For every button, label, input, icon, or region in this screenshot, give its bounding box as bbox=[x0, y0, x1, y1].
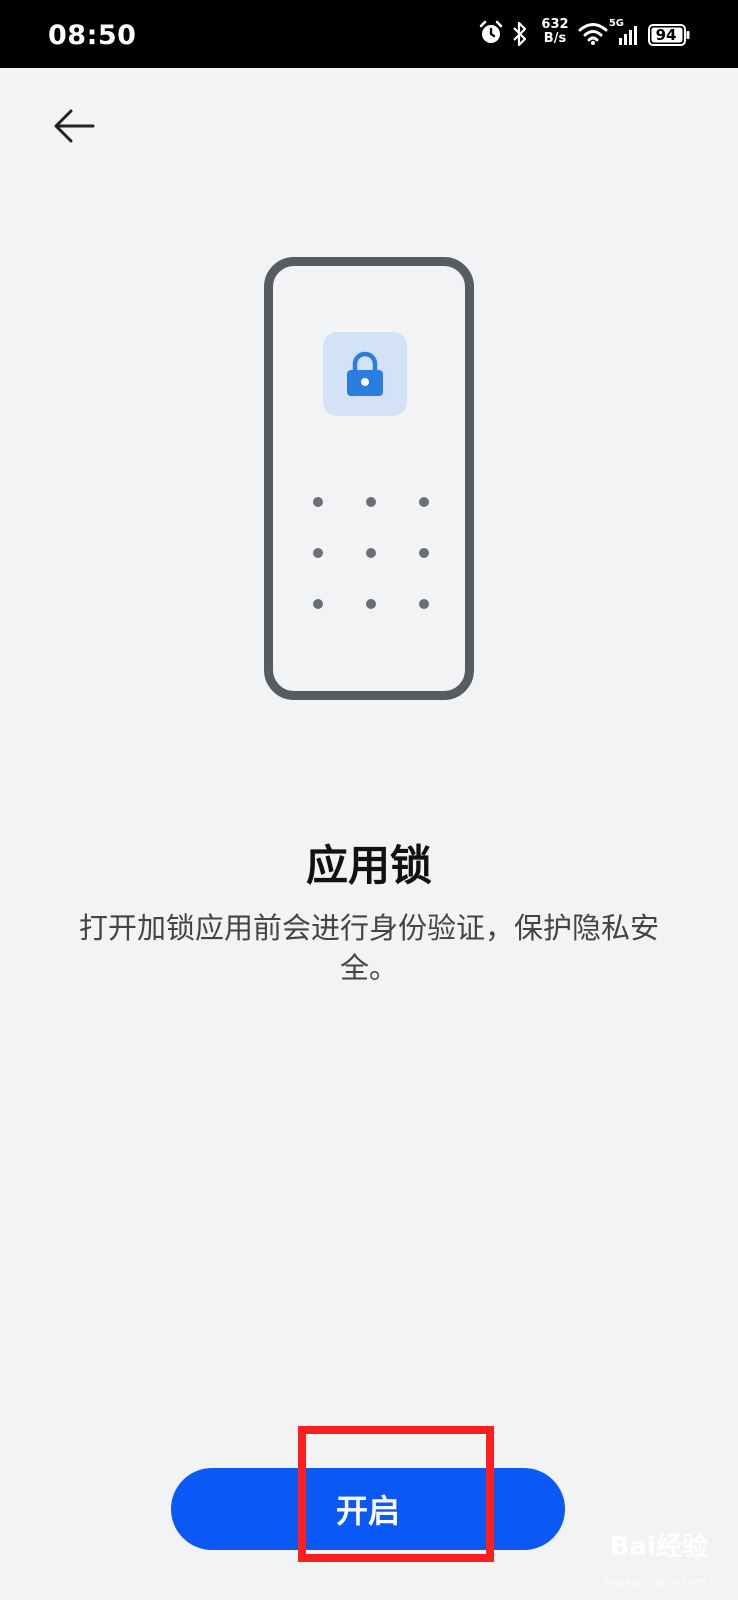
wifi-icon bbox=[578, 22, 608, 46]
status-time: 08:50 bbox=[48, 20, 137, 51]
pattern-dot bbox=[419, 599, 429, 609]
watermark-site: jingyan.baidu.com bbox=[604, 1575, 706, 1588]
pattern-dot bbox=[419, 548, 429, 558]
pattern-dot bbox=[366, 599, 376, 609]
back-button[interactable] bbox=[48, 100, 100, 152]
pattern-grid bbox=[303, 497, 433, 617]
lock-tile bbox=[323, 332, 407, 416]
bluetooth-icon bbox=[510, 20, 530, 48]
page-title: 应用锁 bbox=[305, 841, 432, 890]
status-bar: 08:50 632 B/s 5G 94 bbox=[0, 0, 738, 68]
net-speed-unit: B/s bbox=[543, 31, 567, 46]
page-description: 打开加锁应用前会进行身份验证，保护隐私安全。 bbox=[78, 911, 659, 985]
battery-level: 94 bbox=[655, 26, 677, 44]
padlock-icon bbox=[347, 351, 383, 396]
alarm-icon bbox=[478, 20, 504, 46]
net-speed-value: 632 bbox=[541, 17, 569, 32]
pattern-dot bbox=[313, 599, 323, 609]
pattern-dot bbox=[313, 548, 323, 558]
cellular-signal-icon bbox=[618, 24, 640, 46]
pattern-dot bbox=[313, 497, 323, 507]
phone-illustration bbox=[264, 257, 474, 700]
pattern-dot bbox=[419, 497, 429, 507]
enable-button[interactable]: 开启 bbox=[171, 1468, 565, 1550]
watermark-logo: Bai经验 bbox=[609, 1532, 708, 1562]
net-speed: 632 B/s bbox=[538, 18, 572, 46]
arrow-left-icon bbox=[54, 109, 95, 143]
pattern-dot bbox=[366, 497, 376, 507]
pattern-dot bbox=[366, 548, 376, 558]
